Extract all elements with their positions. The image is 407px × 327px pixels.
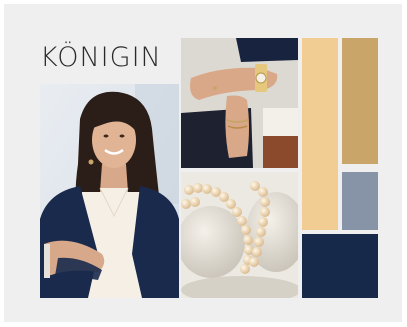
photo-wrist-jewelry: [181, 38, 298, 168]
brand-logo: KÖNIGIN: [40, 42, 162, 73]
swatch-gold: [342, 38, 378, 164]
photo-woman-portrait: [40, 84, 179, 298]
moodboard: KÖNIGIN: [4, 4, 402, 322]
swatch-navy: [302, 234, 378, 298]
photo-pearl-necklace: [181, 172, 298, 298]
swatch-slate: [342, 172, 378, 230]
swatch-sand: [302, 38, 338, 230]
